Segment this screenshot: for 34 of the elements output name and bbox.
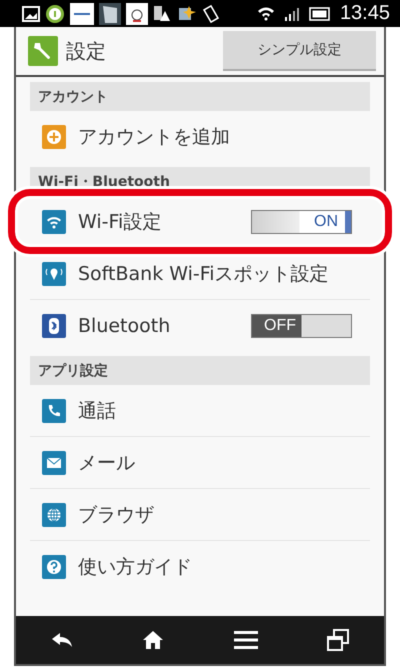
section-header: アプリ設定 [30, 356, 370, 385]
wifi-icon [256, 6, 275, 21]
setting-item[interactable]: Wi-Fi設定 [78, 208, 251, 234]
menu-icon[interactable] [234, 630, 258, 650]
setting-item[interactable]: ブラウザ [78, 502, 352, 528]
status-time: 13:45 [340, 2, 390, 25]
globe-icon [42, 502, 66, 526]
toggle-switch[interactable]: ON [251, 210, 352, 234]
warning-icon [153, 4, 171, 22]
recent-apps-icon[interactable] [327, 629, 350, 651]
back-icon[interactable] [50, 632, 73, 648]
setting-item[interactable]: Bluetooth [78, 314, 251, 336]
setting-item[interactable]: アカウントを追加 [78, 124, 352, 150]
signal-icon [284, 6, 300, 20]
mail-icon [42, 450, 66, 474]
document-icon [99, 2, 121, 24]
rotate-icon [201, 4, 221, 24]
setting-item[interactable]: 通話 [78, 398, 352, 424]
setting-item[interactable]: メール [78, 450, 352, 476]
phone-icon [42, 398, 66, 422]
section-header: アカウント [30, 82, 370, 111]
setting-item[interactable]: 使い方ガイド [78, 554, 352, 580]
bluetooth-icon [42, 314, 66, 338]
wrench-icon [28, 36, 58, 66]
setting-item[interactable]: SoftBank Wi-Fiスポット設定 [78, 260, 352, 286]
location-pin-icon [42, 262, 66, 286]
image-icon [22, 6, 40, 22]
screen-title: 設定 [66, 38, 106, 64]
plus-icon [42, 124, 66, 148]
toggle-switch[interactable]: OFF [251, 314, 352, 338]
simple-settings-button[interactable]: シンプル設定 [223, 31, 376, 71]
wifi-icon [42, 210, 66, 234]
battery-icon [308, 6, 331, 20]
home-icon[interactable] [142, 630, 164, 650]
